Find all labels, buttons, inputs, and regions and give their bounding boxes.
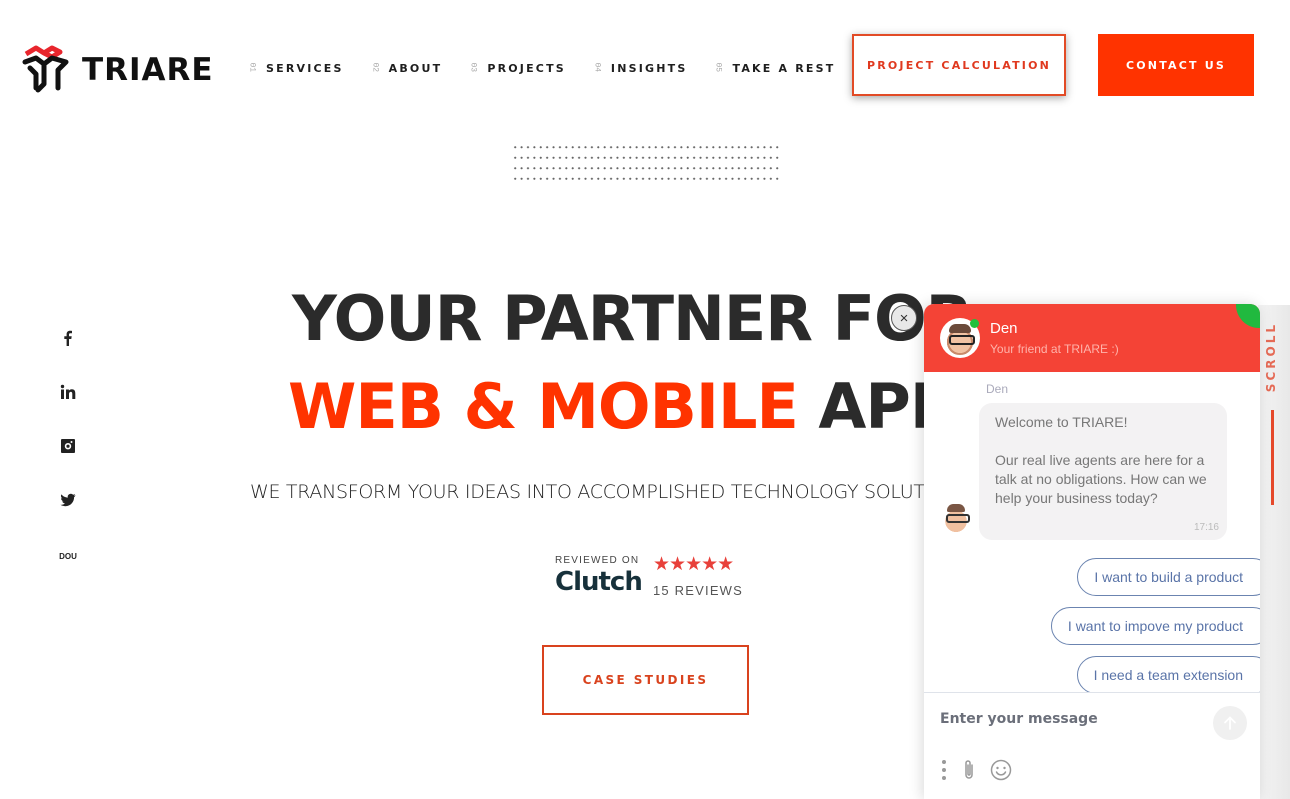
agent-avatar — [940, 318, 980, 358]
case-studies-label: CASE STUDIES — [582, 673, 709, 687]
chat-message-input[interactable] — [940, 711, 1200, 727]
project-calculation-button[interactable]: PROJECT CALCULATION — [852, 34, 1066, 96]
social-twitter-link[interactable] — [56, 492, 80, 546]
nav-item-about[interactable]: 02 ABOUT — [369, 62, 443, 75]
brand-logo[interactable]: TRIARE — [22, 44, 214, 96]
close-icon: × — [899, 309, 909, 327]
quick-reply-build-product[interactable]: I want to build a product — [1077, 558, 1260, 596]
online-status-icon — [970, 319, 979, 328]
contact-us-label: CONTACT US — [1125, 58, 1227, 72]
chat-messages[interactable]: Den Welcome to TRIARE! Our real live age… — [924, 372, 1260, 694]
smiley-icon — [990, 759, 1012, 781]
clutch-reviewed-on: REVIEWED ON — [555, 555, 640, 566]
nav-number: 04 — [592, 62, 602, 73]
message-greeting: Welcome to TRIARE! — [995, 414, 1128, 430]
main-nav: 01 SERVICES 02 ABOUT 03 PROJECTS 04 INSI… — [246, 62, 860, 75]
hero-title-line2: WEB & MOBILE APPS — [288, 370, 999, 443]
hero-subtitle: WE TRANSFORM YOUR IDEAS INTO ACCOMPLISHE… — [250, 481, 971, 503]
more-options-button[interactable] — [940, 759, 948, 781]
quick-reply-team-extension[interactable]: I need a team extension — [1076, 656, 1260, 694]
agent-mini-avatar-icon — [942, 502, 970, 534]
twitter-icon — [60, 493, 76, 507]
clutch-logo: Clutch — [555, 567, 643, 597]
nav-label: SERVICES — [266, 62, 344, 75]
nav-label: INSIGHTS — [610, 62, 688, 75]
nav-item-projects[interactable]: 03 PROJECTS — [467, 62, 566, 75]
agent-name: Den — [990, 320, 1018, 337]
social-links: DOU — [56, 330, 80, 600]
scroll-indicator-label[interactable]: SCROLL — [1264, 322, 1278, 392]
chat-header: Den Your friend at TRIARE :) — [924, 304, 1260, 372]
hero-title-line1: YOUR PARTNER FOR — [292, 282, 973, 355]
case-studies-button[interactable]: CASE STUDIES — [542, 645, 749, 715]
nav-item-services[interactable]: 01 SERVICES — [246, 62, 344, 75]
nav-number: 03 — [468, 62, 478, 73]
quick-reply-improve-product[interactable]: I want to impove my product — [1050, 607, 1260, 645]
chat-composer — [924, 692, 1260, 799]
nav-label: PROJECTS — [487, 62, 566, 75]
triare-logo-icon — [22, 45, 69, 93]
close-chat-button[interactable]: × — [891, 305, 917, 331]
facebook-icon — [64, 330, 72, 346]
decorative-dot-grid — [512, 142, 782, 188]
social-linkedin-link[interactable] — [56, 384, 80, 438]
contact-us-button[interactable]: CONTACT US — [1098, 34, 1254, 96]
vertical-dots-icon — [942, 760, 946, 780]
hero-title-accent: WEB & MOBILE — [288, 370, 799, 443]
project-calculation-label: PROJECT CALCULATION — [866, 58, 1052, 72]
message-bubble: Welcome to TRIARE! Our real live agents … — [979, 403, 1227, 540]
nav-label: ABOUT — [388, 62, 443, 75]
nav-number: 05 — [713, 62, 723, 73]
send-button[interactable] — [1213, 706, 1247, 740]
nav-label: TAKE A REST — [732, 62, 836, 75]
message-sender: Den — [986, 382, 1009, 396]
brand-name: TRIARE — [82, 52, 214, 88]
clutch-reviews-count: 15 REVIEWS — [653, 583, 744, 598]
chat-widget: Den Your friend at TRIARE :) Den Welcome… — [924, 304, 1260, 799]
attach-file-button[interactable] — [962, 759, 976, 781]
emoji-button[interactable] — [990, 759, 1012, 781]
nav-item-insights[interactable]: 04 INSIGHTS — [591, 62, 688, 75]
scroll-indicator-bar[interactable] — [1271, 410, 1274, 505]
social-instagram-link[interactable] — [56, 438, 80, 492]
instagram-icon — [61, 439, 75, 453]
arrow-up-icon — [1224, 716, 1236, 730]
dou-icon: DOU — [59, 552, 77, 561]
nav-item-take-a-rest[interactable]: 05 TAKE A REST — [712, 62, 835, 75]
social-facebook-link[interactable] — [56, 330, 80, 384]
message-body: Our real live agents are here for a talk… — [995, 452, 1207, 506]
agent-subtitle: Your friend at TRIARE :) — [990, 342, 1119, 356]
chat-status-corner — [1236, 304, 1260, 328]
composer-tools — [940, 759, 1026, 781]
nav-number: 02 — [370, 62, 380, 73]
clutch-review-badge[interactable]: REVIEWED ON Clutch ★★★★★ 15 REVIEWS — [555, 554, 742, 598]
agent-info: Den Your friend at TRIARE :) — [990, 320, 1119, 356]
rating-stars-icon: ★★★★★ — [653, 554, 734, 575]
paperclip-icon — [965, 760, 973, 779]
message-time: 17:16 — [1193, 522, 1219, 533]
linkedin-icon — [60, 384, 76, 399]
social-dou-link[interactable]: DOU — [56, 546, 80, 600]
nav-number: 01 — [247, 62, 257, 73]
